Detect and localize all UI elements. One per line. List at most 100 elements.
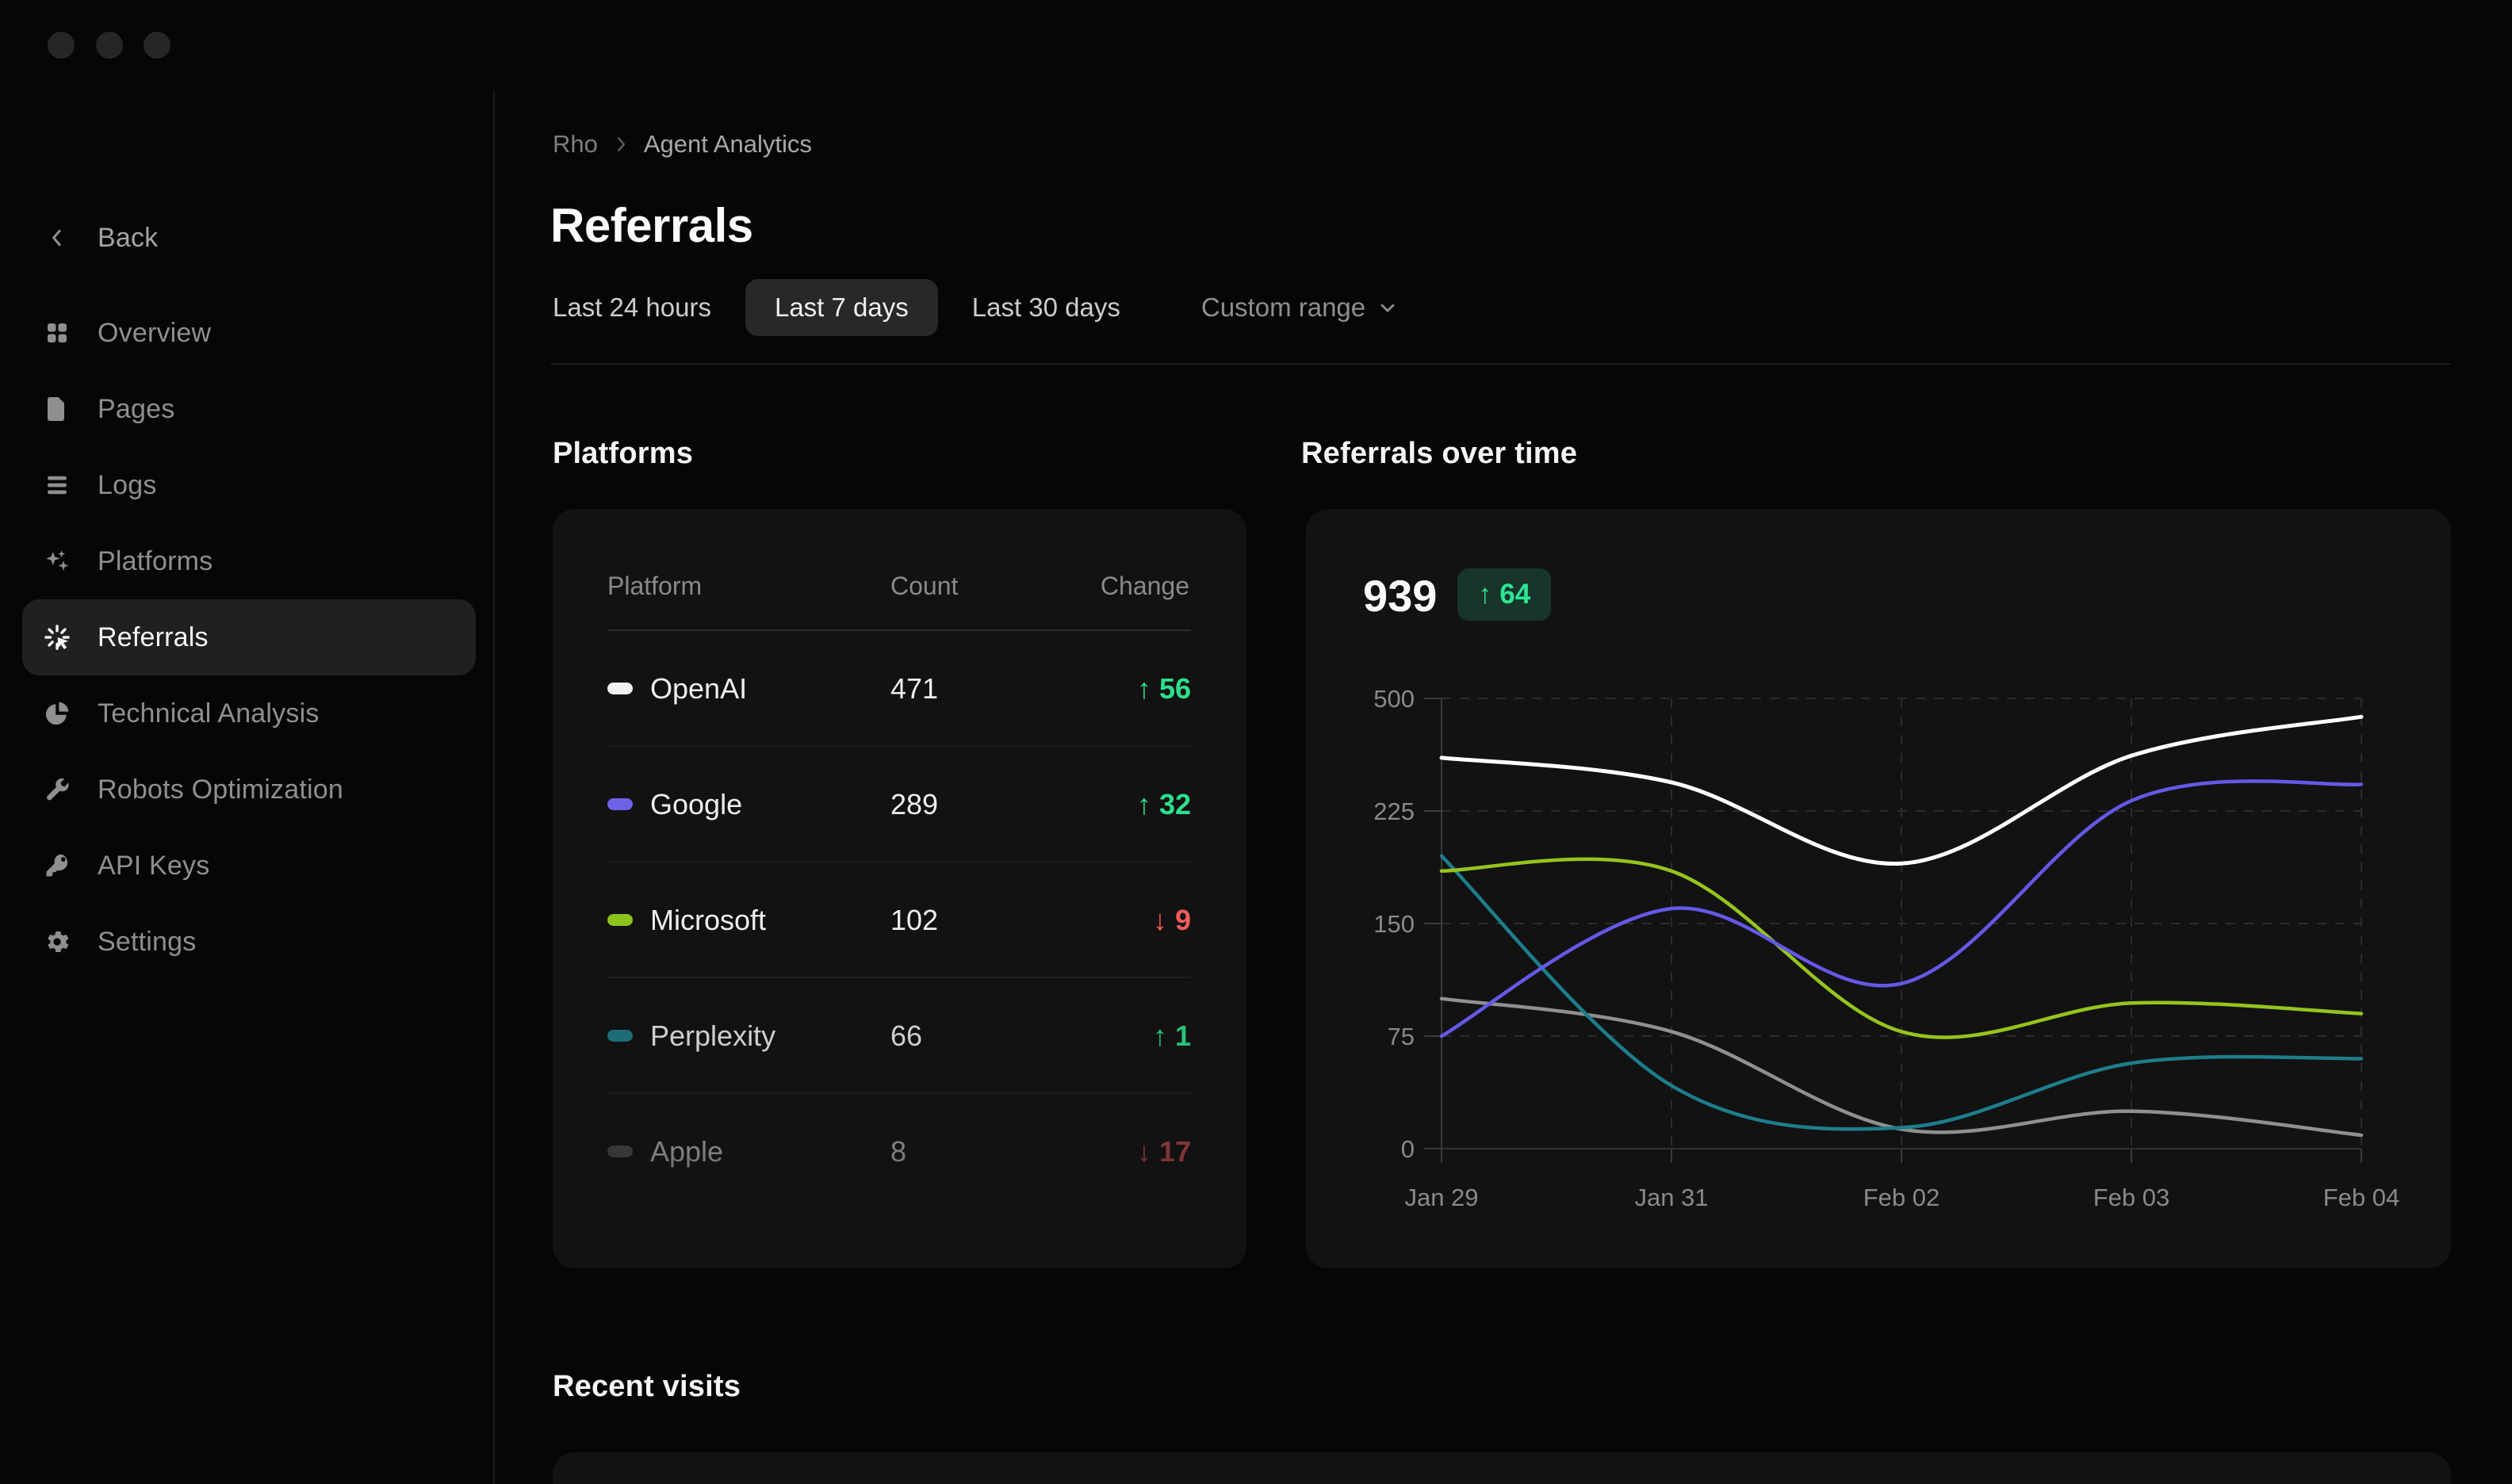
sidebar-item-label: Referrals (98, 622, 209, 652)
sidebar-item-api-keys[interactable]: API Keys (22, 828, 476, 904)
sidebar-item-logs[interactable]: Logs (22, 447, 476, 523)
breadcrumb-page[interactable]: Agent Analytics (644, 130, 812, 159)
chart-canvas: 0 75 150 225 500 Jan 29 Jan 31 Feb 02 Feb 03 Feb … (1373, 685, 2400, 1211)
svg-text:Feb 04: Feb 04 (2323, 1184, 2400, 1211)
platform-name: Apple (650, 1135, 724, 1168)
gear-icon (41, 926, 73, 958)
svg-text:Feb 02: Feb 02 (1863, 1184, 1940, 1211)
svg-text:225: 225 (1373, 797, 1415, 825)
close-button[interactable] (48, 32, 75, 59)
sidebar-item-label: Logs (98, 469, 157, 500)
chevron-down-icon (1377, 296, 1399, 319)
sidebar-item-label: Pages (98, 393, 175, 424)
svg-text:Jan 29: Jan 29 (1404, 1184, 1478, 1211)
platform-row-microsoft[interactable]: Microsoft 102 ↓ 9 (607, 862, 1191, 978)
app-window: Back Overview Pages Logs Platforms Referrals… (0, 0, 2512, 1484)
platform-color-chip (607, 683, 633, 694)
svg-text:Feb 03: Feb 03 (2093, 1184, 2170, 1211)
recent-visits-card (553, 1452, 2451, 1484)
tab-label: Custom range (1200, 293, 1366, 322)
pie-chart-icon (41, 698, 73, 729)
platform-row-google[interactable]: Google 289 ↑ 32 (607, 747, 1191, 862)
line-chart: 0 75 150 225 500 Jan 29 Jan 31 Feb 02 Feb 03 Feb … (1306, 509, 2451, 1268)
platform-color-chip (607, 1261, 633, 1268)
svg-text:500: 500 (1373, 685, 1415, 713)
back-label: Back (98, 222, 159, 253)
tab-last-30-days[interactable]: Last 30 days (943, 279, 1150, 336)
time-filter-tabs: Last 24 hours Last 7 days Last 30 days Cust… (553, 279, 1428, 336)
platform-change: ↓ 9 (1152, 904, 1191, 936)
platform-change: ↑ 56 (1136, 672, 1191, 705)
platforms-card: Platform Count Change OpenAI 471 ↑ 56 Googl… (553, 509, 1246, 1268)
sparkles-icon (41, 545, 73, 577)
back-button[interactable]: Back (22, 200, 476, 276)
platform-name: Perplexity (650, 1019, 776, 1052)
tab-last-7-days[interactable]: Last 7 days (745, 279, 938, 336)
platform-color-chip (607, 1146, 633, 1157)
minimize-button[interactable] (96, 32, 123, 59)
svg-text:Jan 31: Jan 31 (1634, 1184, 1708, 1211)
platform-count: 66 (890, 1019, 923, 1052)
platform-name: Microsoft (650, 904, 767, 936)
platform-color-chip (607, 914, 633, 926)
grid-icon (41, 317, 73, 349)
list-icon (41, 469, 73, 501)
sidebar-item-label: API Keys (98, 850, 210, 881)
platform-row-perplexity[interactable]: Perplexity 66 ↑ 1 (607, 978, 1191, 1094)
sidebar-nav: Overview Pages Logs Platforms Referrals Techn… (22, 295, 476, 980)
referrals-chart-card: 939 ↑ 64 0 75 150 225 500 Jan 29 Jan 31 Feb 02 F… (1306, 509, 2451, 1268)
sidebar-item-label: Settings (98, 926, 197, 957)
wrench-icon (41, 774, 73, 805)
platform-name: OpenAI (650, 672, 748, 705)
sidebar-item-label: Technical Analysis (98, 698, 320, 729)
breadcrumb: Rho Agent Analytics (553, 127, 812, 162)
platform-change: ↑ 32 (1136, 788, 1191, 820)
breadcrumb-root[interactable]: Rho (553, 130, 598, 159)
sidebar-item-settings[interactable]: Settings (22, 904, 476, 980)
platform-row-apple[interactable]: Apple 8 ↓ 17 (607, 1094, 1191, 1210)
chevron-left-icon (41, 222, 73, 254)
platform-count: 289 (890, 788, 939, 820)
sidebar-item-referrals[interactable]: Referrals (22, 599, 476, 675)
platform-row-openai[interactable]: OpenAI 471 ↑ 56 (607, 631, 1191, 747)
sidebar-item-pages[interactable]: Pages (22, 371, 476, 447)
platforms-table-body: OpenAI 471 ↑ 56 Google 289 ↑ 32 Microsoft 102 ↓ … (553, 631, 1246, 1268)
recent-visits-heading: Recent visits (553, 1370, 741, 1403)
spinner-cursor-icon (41, 622, 73, 653)
platform-count: 8 (890, 1135, 907, 1168)
tab-custom-range[interactable]: Custom range (1172, 279, 1428, 336)
chart-heading: Referrals over time (1301, 437, 1578, 470)
platform-color-chip (607, 798, 633, 810)
platform-change: ↓ 17 (1136, 1135, 1191, 1168)
platform-count: 471 (890, 672, 939, 705)
column-platform: Platform (607, 572, 703, 600)
platform-count: 3 (890, 1251, 907, 1268)
tab-last-24-hours[interactable]: Last 24 hours (553, 279, 741, 336)
platform-count: 102 (890, 904, 939, 936)
svg-text:75: 75 (1388, 1023, 1415, 1050)
platforms-table-header: Platform Count Change (607, 557, 1191, 614)
platforms-heading: Platforms (553, 437, 694, 470)
key-icon (41, 850, 73, 882)
platform-row-bytedance[interactable]: Bytedance 3 ↑ 1 (607, 1210, 1191, 1268)
column-count: Count (890, 572, 959, 600)
sidebar-item-label: Platforms (98, 545, 213, 576)
sidebar: Back Overview Pages Logs Platforms Referrals… (0, 90, 493, 1484)
chevron-right-icon (611, 134, 631, 155)
sidebar-item-label: Robots Optimization (98, 774, 343, 805)
tab-label: Last 30 days (971, 293, 1120, 322)
sidebar-item-platforms[interactable]: Platforms (22, 523, 476, 599)
document-icon (41, 393, 73, 425)
zoom-button[interactable] (144, 32, 170, 59)
svg-text:0: 0 (1401, 1135, 1415, 1163)
tab-label: Last 7 days (774, 293, 909, 322)
header-divider (551, 363, 2451, 365)
platform-color-chip (607, 1030, 633, 1042)
sidebar-item-robots-optimization[interactable]: Robots Optimization (22, 752, 476, 828)
platform-name: Google (650, 788, 743, 820)
sidebar-divider (493, 90, 495, 1484)
svg-text:150: 150 (1373, 910, 1415, 938)
platform-change: ↑ 1 (1152, 1019, 1191, 1052)
sidebar-item-overview[interactable]: Overview (22, 295, 476, 371)
sidebar-item-technical-analysis[interactable]: Technical Analysis (22, 675, 476, 752)
